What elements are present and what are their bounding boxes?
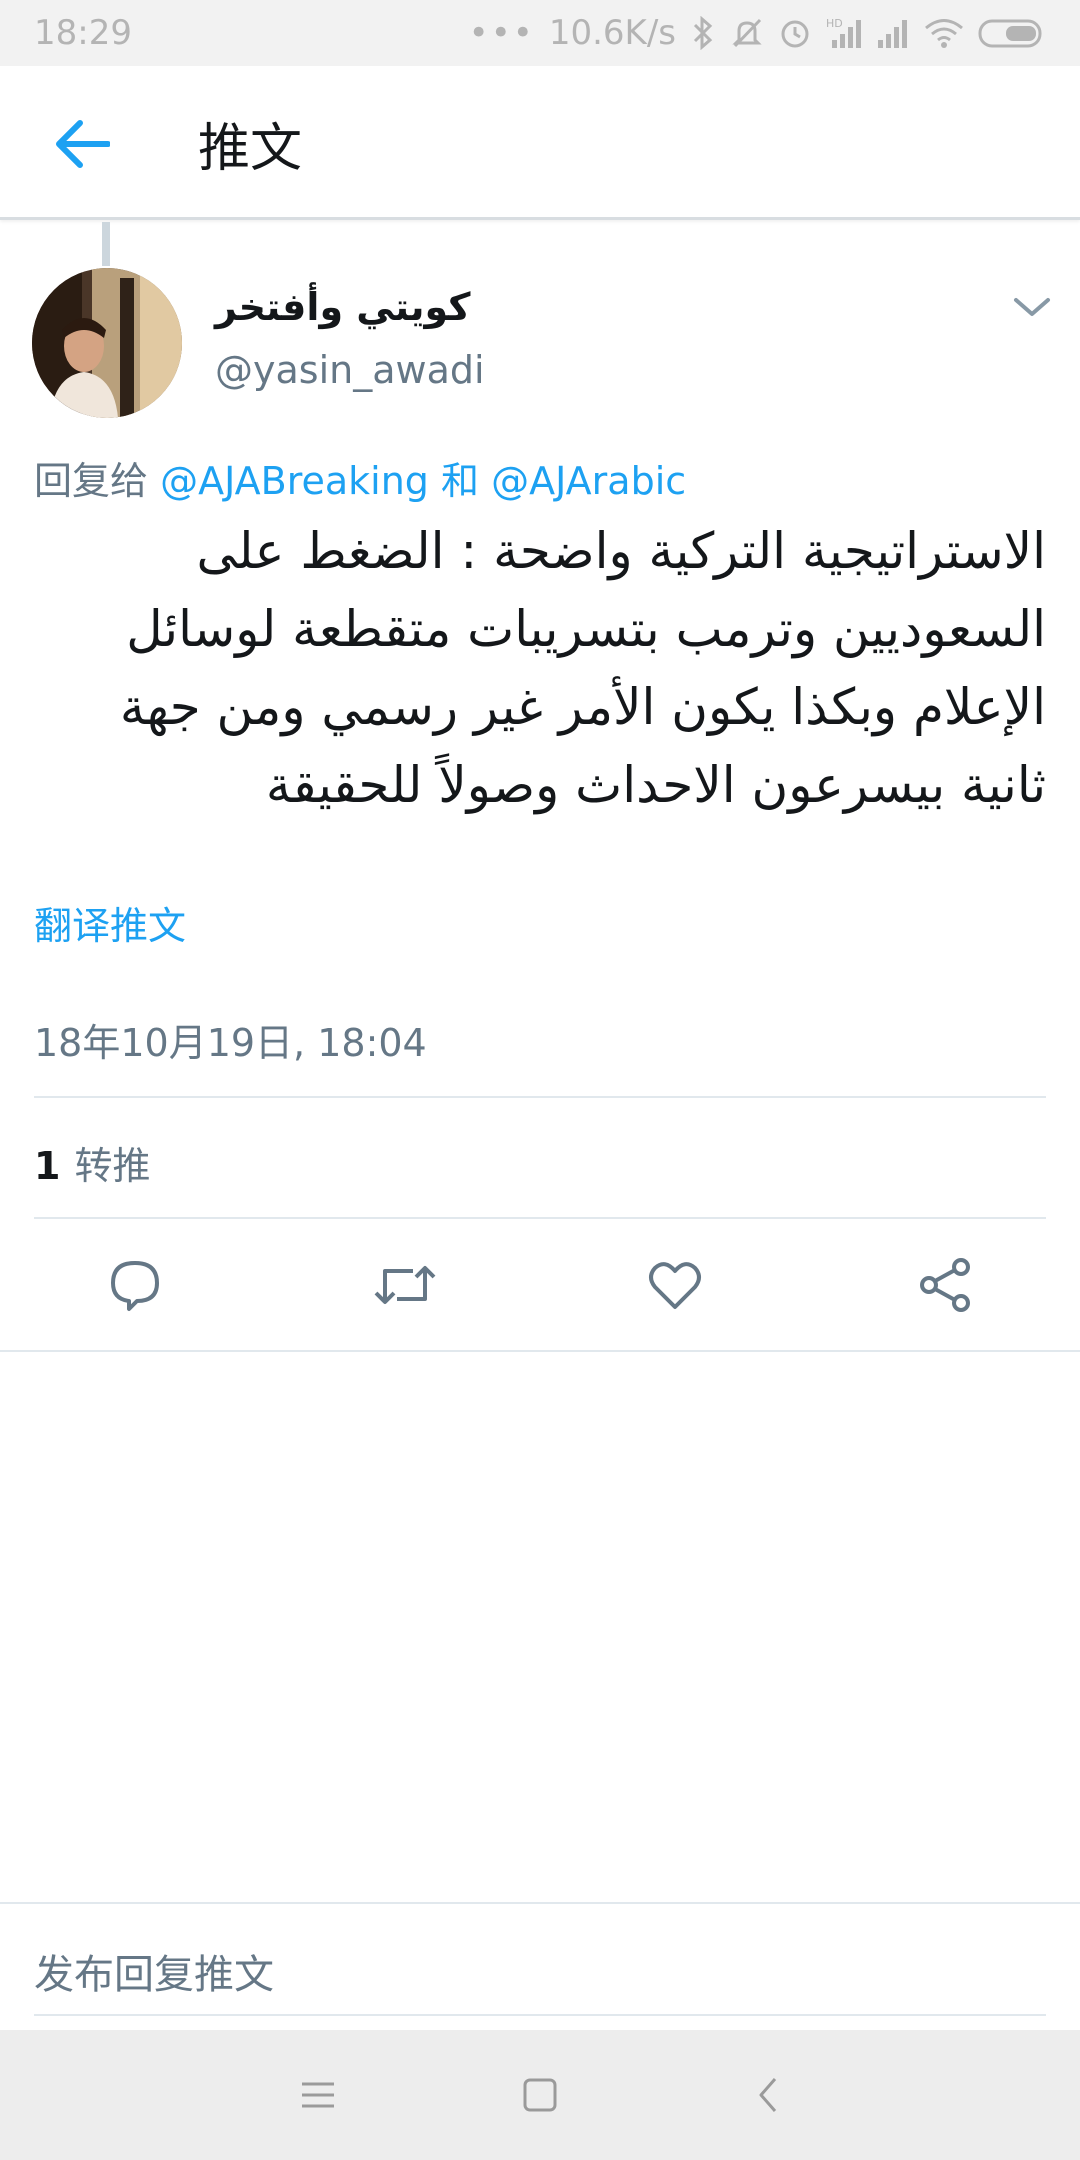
- tweet-text: الاستراتيجية التركية واضحة : الضغط على ا…: [119, 522, 1046, 814]
- mention-link-ajarabic[interactable]: @AJArabic: [491, 459, 686, 503]
- share-icon: [920, 1258, 970, 1312]
- mention-link-ajabreaking[interactable]: @AJABreaking: [160, 459, 429, 503]
- status-time: 18:29: [34, 13, 132, 53]
- wifi-icon: [924, 16, 964, 50]
- notification-dots: •••: [468, 13, 535, 53]
- reply-composer[interactable]: 发布回复推文: [0, 1902, 1080, 2030]
- retweet-icon: [374, 1266, 436, 1304]
- menu-icon: [302, 2082, 334, 2108]
- retweet-button[interactable]: [370, 1250, 440, 1320]
- mute-icon: [730, 16, 764, 50]
- tweet-actions: [0, 1250, 1080, 1320]
- home-button[interactable]: [510, 2065, 570, 2125]
- back-chevron-icon: [759, 2078, 777, 2112]
- like-button[interactable]: [640, 1250, 710, 1320]
- reply-icon: [111, 1261, 159, 1311]
- status-icons: ••• 10.6K/s HD: [469, 13, 1046, 53]
- home-square-icon: [523, 2078, 557, 2112]
- divider: [34, 1096, 1046, 1098]
- reply-button[interactable]: [100, 1250, 170, 1320]
- retweet-count: 1: [34, 1144, 61, 1188]
- reply-conjunction: 和: [441, 459, 480, 503]
- battery-icon: [978, 16, 1046, 50]
- share-button[interactable]: [910, 1250, 980, 1320]
- signal-icon: [876, 16, 910, 50]
- retweet-label: 转推: [74, 1144, 151, 1188]
- reply-prefix: 回复给: [34, 459, 149, 503]
- bluetooth-icon: [690, 16, 716, 50]
- hd-signal-icon: HD: [826, 16, 862, 50]
- page-title: 推文: [198, 119, 303, 179]
- translate-tweet-link[interactable]: 翻译推文: [34, 895, 186, 950]
- thread-connector: [102, 222, 110, 266]
- network-speed: 10.6K/s: [548, 13, 676, 53]
- heart-icon: [649, 1262, 701, 1309]
- menu-button[interactable]: [288, 2065, 348, 2125]
- back-button[interactable]: [50, 118, 114, 170]
- alarm-icon: [778, 16, 812, 50]
- reply-input-placeholder[interactable]: 发布回复推文: [34, 1942, 274, 2000]
- avatar-image: [32, 268, 182, 418]
- divider: [0, 1350, 1080, 1352]
- status-bar: 18:29 ••• 10.6K/s HD: [0, 0, 1080, 66]
- arrow-left-icon: [56, 120, 110, 168]
- user-handle[interactable]: @yasin_awadi: [215, 348, 485, 392]
- divider: [34, 1217, 1046, 1219]
- avatar[interactable]: [32, 268, 182, 418]
- tweet-options-button[interactable]: [1010, 292, 1054, 322]
- app-header: 推文: [0, 66, 1080, 220]
- tweet-timestamp: 18年10月19日, 18:04: [34, 1021, 427, 1065]
- svg-text:HD: HD: [826, 17, 843, 30]
- retweet-stats[interactable]: 1 转推: [34, 1135, 150, 1190]
- system-back-button[interactable]: [738, 2065, 798, 2125]
- system-nav-bar: [0, 2030, 1080, 2160]
- chevron-down-icon: [1014, 298, 1050, 316]
- reply-to-line: 回复给 @AJABreaking 和 @AJArabic: [34, 450, 686, 505]
- display-name[interactable]: كويتي وأفتخر: [215, 285, 470, 329]
- reply-input-underline: [34, 2014, 1046, 2016]
